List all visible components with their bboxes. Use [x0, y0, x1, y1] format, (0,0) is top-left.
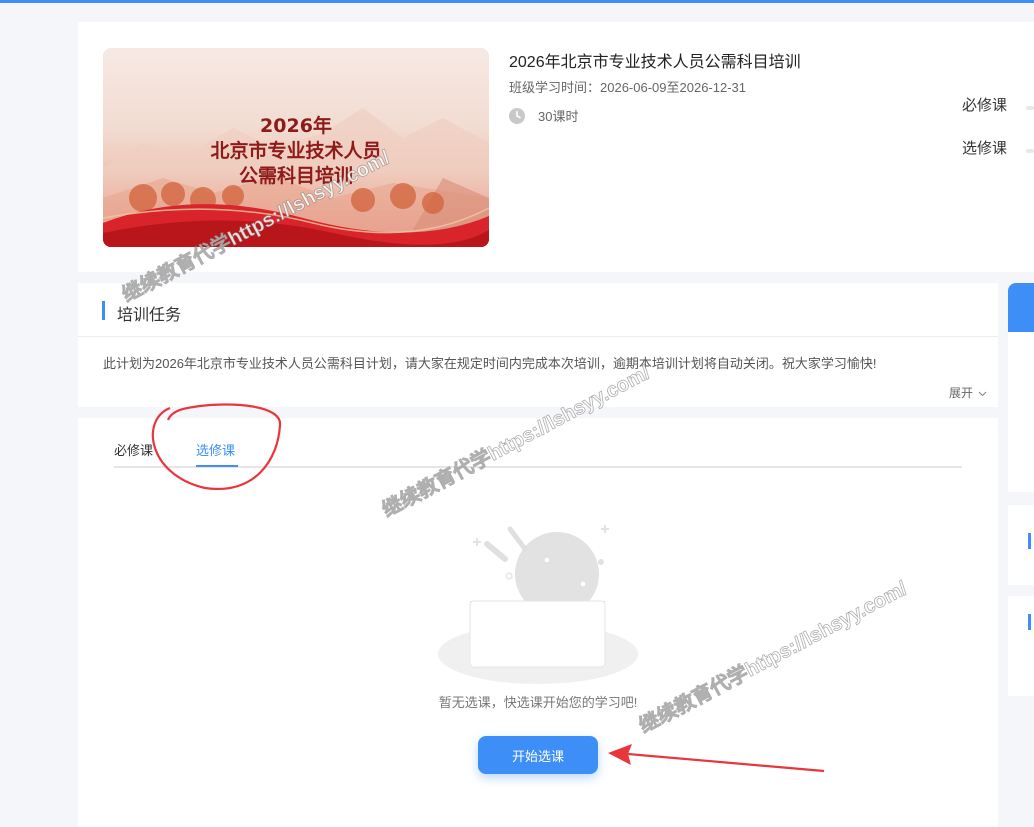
task-header: 培训任务 — [78, 283, 998, 337]
task-description: 此计划为2026年北京市专业技术人员公需科目计划，请大家在规定时间内完成本次培训… — [103, 356, 877, 371]
chevron-down-icon — [978, 391, 987, 397]
summary-elective-label: 选修课 — [962, 140, 1008, 157]
course-period: 班级学习时间：2026-06-09至2026-12-31 — [509, 80, 746, 95]
task-title: 培训任务 — [117, 307, 182, 324]
course-title: 2026年北京市专业技术人员公需科目培训 — [509, 54, 801, 71]
section-marker — [102, 301, 105, 320]
banner-year: 2026年 — [260, 115, 332, 137]
start-selection-button[interactable]: 开始选课 — [478, 736, 598, 774]
summary-required-bar — [1026, 106, 1034, 110]
tab-required[interactable]: 必修课 — [114, 440, 153, 459]
right-panel — [1008, 332, 1034, 492]
training-task-card: 培训任务 此计划为2026年北京市专业技术人员公需科目计划，请大家在规定时间内完… — [78, 283, 998, 407]
summary-required-label: 必修课 — [962, 97, 1008, 114]
banner-title-line2: 北京市专业技术人员 — [210, 140, 382, 162]
top-accent-line — [0, 0, 1034, 3]
right-panel-header — [1008, 283, 1034, 332]
expand-label: 展开 — [949, 386, 974, 400]
course-hours: 30课时 — [509, 106, 578, 125]
section-marker — [1028, 533, 1031, 549]
expand-toggle[interactable]: 展开 — [949, 384, 987, 401]
empty-state-message: 暂无选课，快选课开始您的学习吧! — [438, 695, 638, 710]
right-panel — [1008, 505, 1034, 585]
course-hours-text: 30课时 — [538, 109, 579, 124]
active-tab-indicator — [196, 465, 238, 467]
right-panel — [1008, 596, 1034, 696]
summary-elective-bar — [1026, 149, 1034, 153]
empty-box-icon — [438, 525, 638, 684]
section-marker — [1028, 614, 1031, 630]
clock-icon — [509, 107, 525, 124]
tab-elective[interactable]: 选修课 — [196, 440, 235, 459]
